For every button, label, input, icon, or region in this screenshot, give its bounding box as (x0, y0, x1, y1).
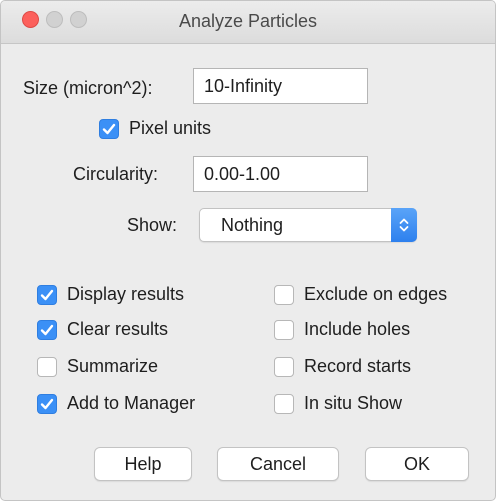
in-situ-show-checkbox[interactable]: In situ Show (274, 393, 402, 414)
size-input[interactable] (193, 68, 368, 104)
show-label: Show: (127, 215, 178, 235)
window-title: Analyze Particles (178, 11, 318, 31)
clear-results-label: Clear results (67, 319, 169, 339)
clear-results-checkbox[interactable]: Clear results (37, 319, 168, 340)
in-situ-show-label: In situ Show (304, 393, 403, 413)
circularity-label: Circularity: (73, 164, 159, 184)
checkbox-box[interactable] (274, 319, 294, 340)
record-starts-checkbox[interactable]: Record starts (274, 356, 411, 377)
title-bar[interactable]: Analyze Particles (1, 1, 495, 44)
analyze-particles-dialog: Analyze Particles Size (micron^2): Pixel… (0, 0, 496, 501)
checkbox-box[interactable] (37, 319, 57, 340)
circularity-input[interactable] (193, 156, 368, 192)
display-results-checkbox[interactable]: Display results (37, 284, 184, 305)
ok-button[interactable]: OK (365, 447, 469, 481)
checkmark-icon (40, 289, 54, 300)
up-down-chevron-icon[interactable] (391, 208, 417, 242)
pixel-units-label: Pixel units (129, 118, 212, 138)
help-button[interactable]: Help (94, 447, 192, 481)
summarize-label: Summarize (67, 356, 159, 376)
add-to-manager-checkbox[interactable]: Add to Manager (37, 393, 195, 414)
checkmark-icon (40, 324, 54, 335)
display-results-label: Display results (67, 284, 185, 304)
exclude-on-edges-label: Exclude on edges (304, 284, 448, 304)
checkbox-box[interactable] (274, 284, 294, 305)
checkmark-icon (102, 123, 116, 134)
show-dropdown[interactable]: Nothing (199, 208, 417, 242)
size-label: Size (micron^2): (23, 78, 153, 98)
checkbox-box[interactable] (274, 356, 294, 377)
summarize-checkbox[interactable]: Summarize (37, 356, 158, 377)
checkbox-box[interactable] (274, 393, 294, 414)
cancel-button[interactable]: Cancel (217, 447, 339, 481)
include-holes-label: Include holes (304, 319, 411, 339)
checkbox-box[interactable] (37, 393, 57, 414)
include-holes-checkbox[interactable]: Include holes (274, 319, 410, 340)
checkbox-box[interactable] (99, 118, 119, 139)
checkbox-box[interactable] (37, 284, 57, 305)
exclude-on-edges-checkbox[interactable]: Exclude on edges (274, 284, 447, 305)
add-to-manager-label: Add to Manager (67, 393, 196, 413)
checkmark-icon (40, 398, 54, 409)
pixel-units-checkbox[interactable]: Pixel units (99, 118, 211, 139)
checkbox-box[interactable] (37, 356, 57, 377)
record-starts-label: Record starts (304, 356, 412, 376)
show-selected-value: Nothing (221, 215, 284, 235)
